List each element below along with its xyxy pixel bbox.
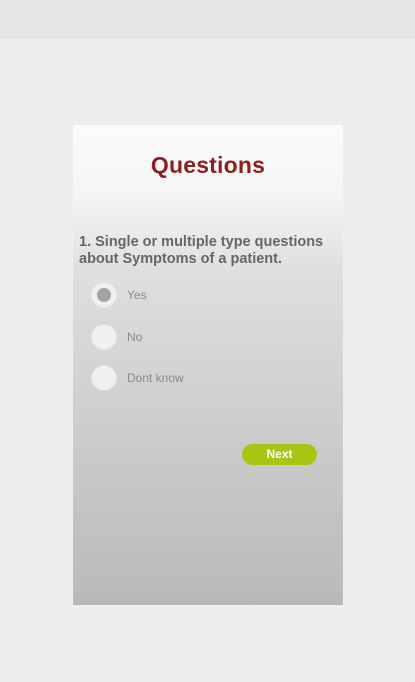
radio-dont-know[interactable]	[91, 365, 117, 391]
next-button[interactable]: Next	[242, 444, 317, 465]
radio-selected-indicator	[97, 288, 111, 302]
top-bar	[0, 0, 415, 38]
option-dont-know[interactable]: Dont know	[91, 364, 184, 392]
option-yes[interactable]: Yes	[91, 281, 147, 309]
option-label-dont-know: Dont know	[127, 371, 184, 385]
option-label-no: No	[127, 330, 143, 344]
option-no[interactable]: No	[91, 323, 142, 351]
question-text: 1. Single or multiple type questions abo…	[79, 234, 324, 267]
page-title: Questions	[150, 152, 266, 178]
radio-yes[interactable]	[91, 282, 117, 308]
radio-no[interactable]	[91, 324, 117, 350]
option-label-yes: Yes	[127, 288, 147, 302]
question-card: Questions 1. Single or multiple type que…	[73, 125, 343, 605]
